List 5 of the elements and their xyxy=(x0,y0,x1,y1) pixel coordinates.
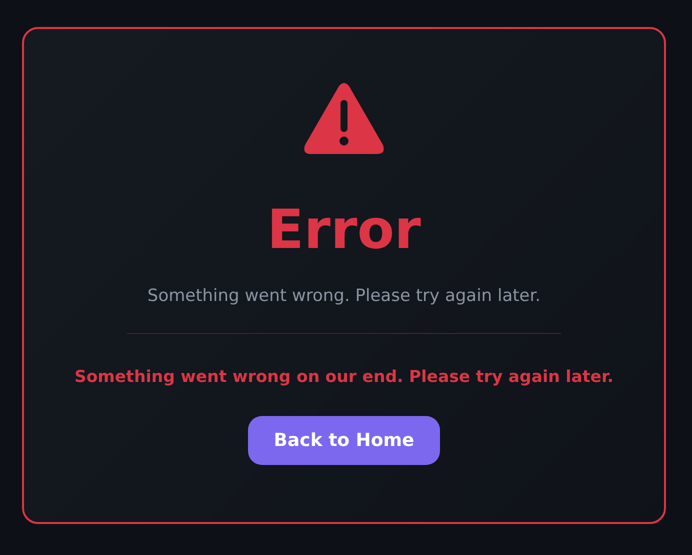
error-subtitle: Something went wrong. Please try again later. xyxy=(147,285,541,307)
back-home-button[interactable]: Back to Home xyxy=(248,416,440,465)
warning-icon xyxy=(303,82,385,155)
error-message: Something went wrong on our end. Please try again later. xyxy=(74,366,614,388)
error-title: Error xyxy=(267,199,421,261)
